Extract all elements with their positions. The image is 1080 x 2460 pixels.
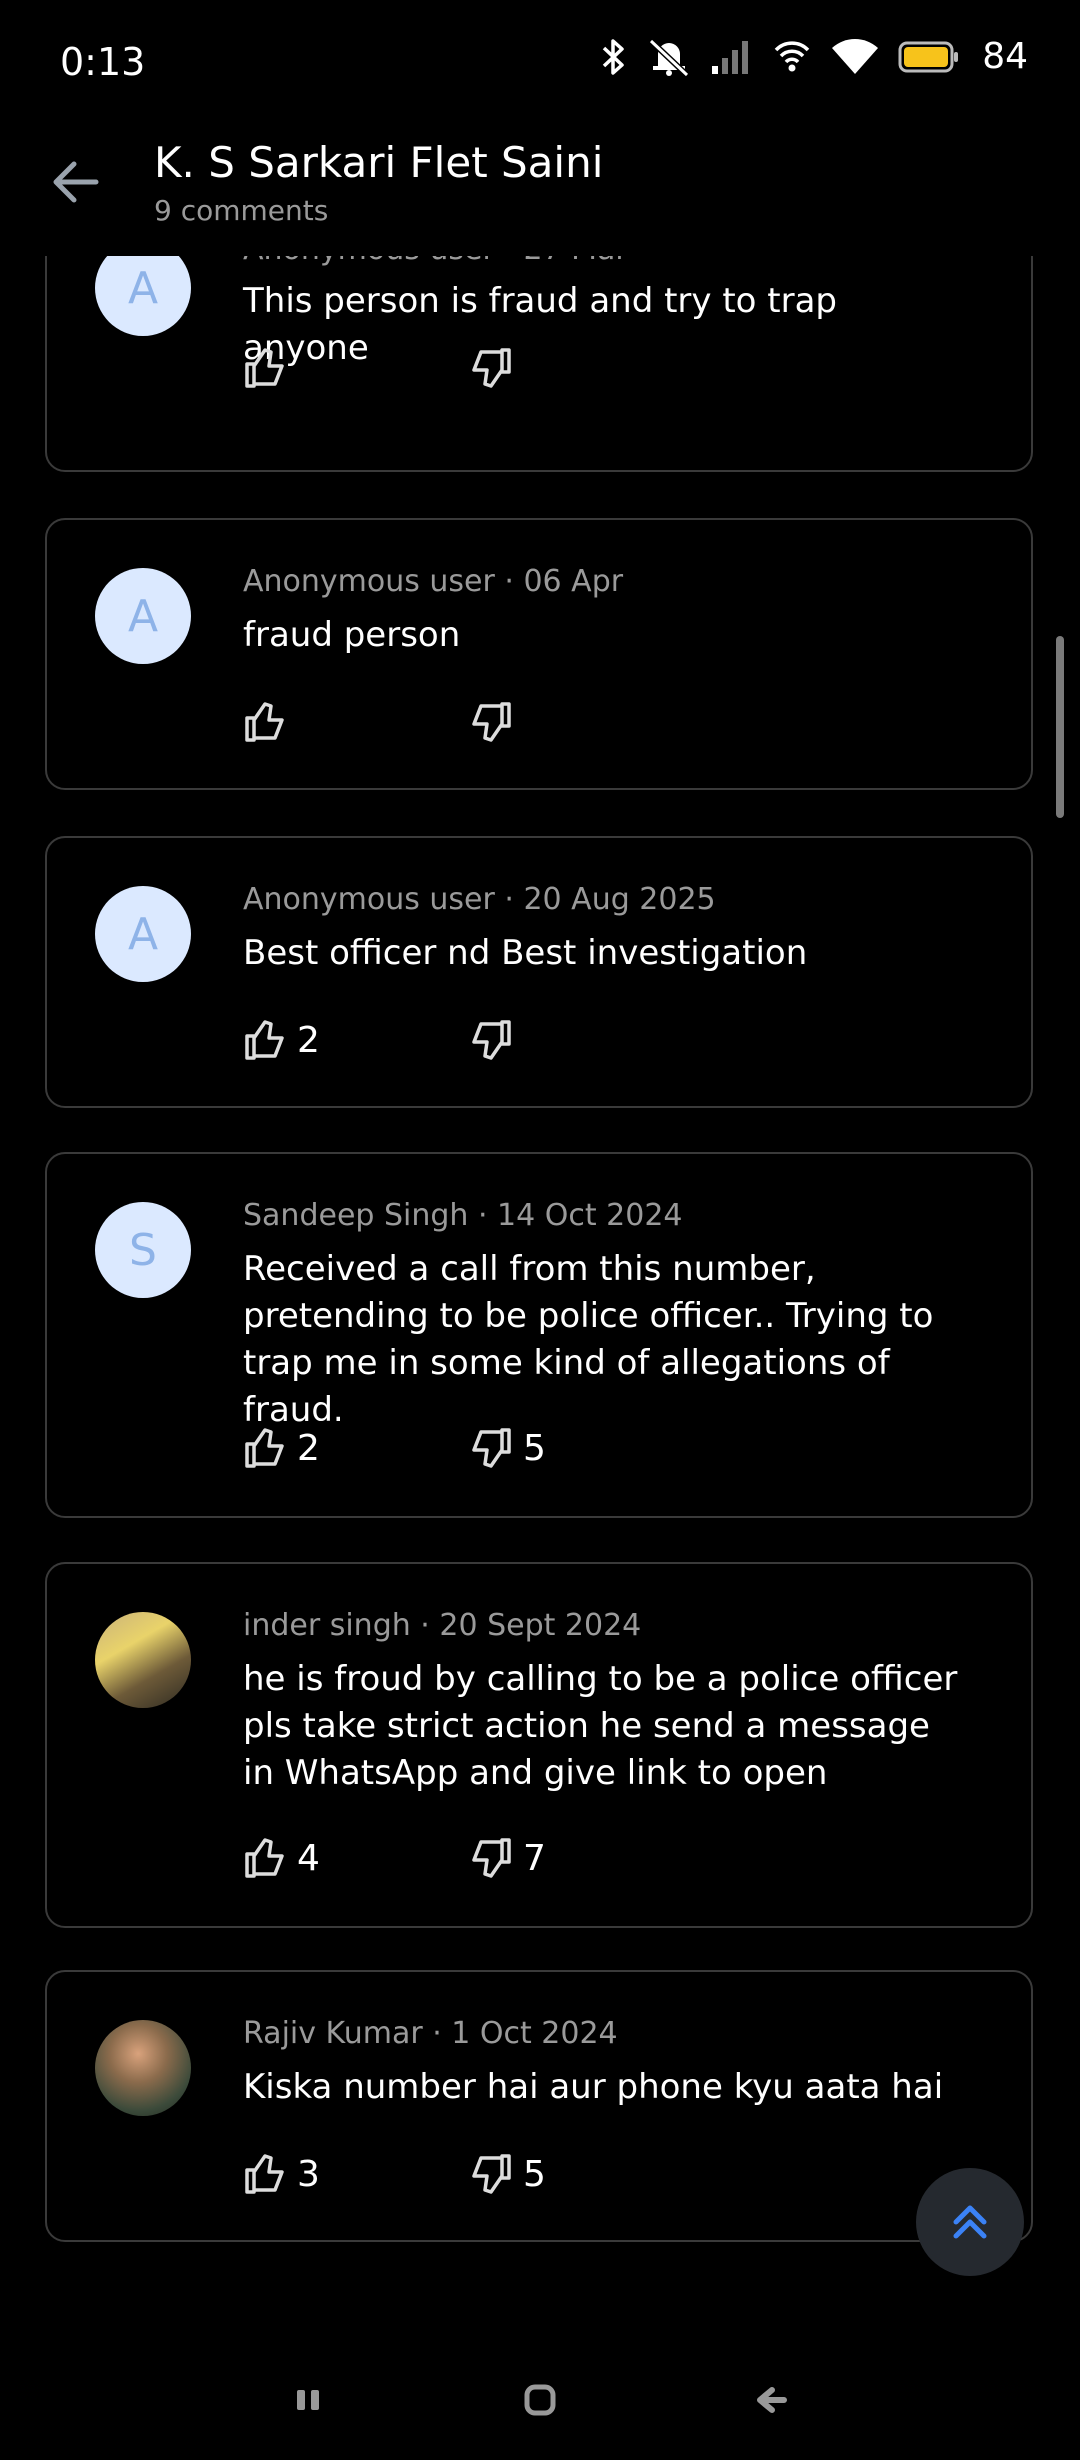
like-button[interactable]: 2 — [243, 1426, 469, 1470]
avatar: S — [95, 1202, 191, 1298]
comment-meta: Anonymous user · 20 Aug 2025 — [243, 882, 716, 917]
like-count: 4 — [297, 1837, 320, 1879]
thumbs-down-icon — [472, 1838, 511, 1878]
system-nav-bar — [0, 2340, 1080, 2460]
comments-list[interactable]: A Anonymous user · 27 Mar This person is… — [0, 256, 1080, 2276]
comment-text: he is froud by calling to be a police of… — [243, 1659, 958, 1793]
like-button[interactable]: 2 — [243, 1018, 469, 1062]
like-count: 3 — [297, 2153, 320, 2195]
thumbs-down-icon — [472, 2154, 511, 2194]
back-icon — [757, 2387, 787, 2413]
comment-text: Kiska number hai aur phone kyu aata hai — [243, 2067, 944, 2107]
thumbs-up-icon — [245, 348, 284, 388]
like-button[interactable] — [243, 700, 469, 744]
thumbs-up-icon — [245, 702, 284, 742]
double-chevron-up-icon — [953, 2205, 987, 2239]
comment-card: A Anonymous user · 06 Apr fraud person — [45, 518, 1033, 790]
recents-button[interactable] — [276, 2368, 340, 2432]
home-button[interactable] — [508, 2368, 572, 2432]
dislike-button[interactable] — [469, 700, 695, 744]
wifi-icon — [832, 38, 879, 74]
comment-card: inder singh · 20 Sept 2024 he is froud b… — [45, 1562, 1033, 1928]
comment-meta: Anonymous user · 06 Apr — [243, 564, 624, 599]
avatar: A — [95, 568, 191, 664]
mute-icon — [649, 38, 690, 77]
dislike-count: 7 — [523, 1837, 546, 1879]
comment-card: A Anonymous user · 20 Aug 2025 Best offi… — [45, 836, 1033, 1108]
thumbs-down-icon — [472, 1020, 511, 1060]
comment-meta: Sandeep Singh · 14 Oct 2024 — [243, 1198, 683, 1233]
back-button[interactable] — [44, 150, 108, 214]
app-bar: K. S Sarkari Flet Saini 9 comments — [0, 128, 1080, 256]
battery-icon — [898, 41, 959, 72]
comment-meta: Anonymous user · 27 Mar — [243, 256, 628, 267]
vote-actions: 4 7 — [243, 1836, 695, 1880]
scrollbar[interactable] — [1056, 636, 1064, 818]
avatar-letter: A — [127, 590, 159, 642]
avatar — [95, 2020, 191, 2116]
avatar: A — [95, 256, 191, 336]
thumbs-up-icon — [245, 2154, 284, 2194]
like-count: 2 — [297, 1019, 320, 1061]
vote-actions: 2 — [243, 1018, 695, 1062]
comment-text: Best officer nd Best investigation — [243, 933, 808, 973]
dislike-button[interactable] — [469, 1018, 695, 1062]
like-button[interactable] — [243, 346, 469, 390]
bluetooth-icon — [602, 38, 624, 75]
like-button[interactable]: 4 — [243, 1836, 469, 1880]
status-time: 0:13 — [60, 40, 146, 84]
battery-percent: 84 — [982, 36, 1028, 77]
page-title: K. S Sarkari Flet Saini — [154, 138, 604, 187]
thumbs-up-icon — [245, 1020, 284, 1060]
dislike-count: 5 — [523, 1427, 546, 1469]
arrow-left-icon — [53, 161, 99, 203]
thumbs-up-icon — [245, 1428, 284, 1468]
nav-back-button[interactable] — [740, 2368, 804, 2432]
dislike-button[interactable]: 5 — [469, 2152, 695, 2196]
comment-card: S Sandeep Singh · 14 Oct 2024 Received a… — [45, 1152, 1033, 1518]
vote-actions: 3 5 — [243, 2152, 695, 2196]
hotspot-icon — [774, 40, 810, 71]
avatar-letter: A — [127, 908, 159, 960]
avatar-letter: S — [129, 1224, 157, 1276]
status-bar: 0:13 84 — [0, 0, 1080, 128]
thumbs-down-icon — [472, 1428, 511, 1468]
dislike-button[interactable] — [469, 346, 695, 390]
home-icon — [524, 2384, 556, 2416]
vote-actions: 2 5 — [243, 1426, 695, 1470]
scroll-to-top-button[interactable] — [916, 2168, 1024, 2276]
avatar: A — [95, 886, 191, 982]
vote-actions — [243, 700, 695, 744]
comment-text: fraud person — [243, 615, 461, 655]
comment-count: 9 comments — [154, 194, 329, 227]
dislike-button[interactable]: 7 — [469, 1836, 695, 1880]
status-icons: 84 — [600, 36, 1028, 77]
like-button[interactable]: 3 — [243, 2152, 469, 2196]
avatar — [95, 1612, 191, 1708]
like-count: 2 — [297, 1427, 320, 1469]
thumbs-down-icon — [472, 348, 511, 388]
comment-meta: inder singh · 20 Sept 2024 — [243, 1608, 642, 1643]
comment-meta: Rajiv Kumar · 1 Oct 2024 — [243, 2016, 618, 2051]
recents-icon — [297, 2390, 319, 2410]
comment-card: A Anonymous user · 27 Mar This person is… — [45, 256, 1033, 472]
thumbs-up-icon — [245, 1838, 284, 1878]
vote-actions — [243, 346, 695, 390]
dislike-button[interactable]: 5 — [469, 1426, 695, 1470]
avatar-letter: A — [127, 262, 159, 314]
signal-icon — [712, 40, 749, 74]
comment-text: Received a call from this number, preten… — [243, 1249, 934, 1430]
dislike-count: 5 — [523, 2153, 546, 2195]
comment-card: Rajiv Kumar · 1 Oct 2024 Kiska number ha… — [45, 1970, 1033, 2242]
thumbs-down-icon — [472, 702, 511, 742]
